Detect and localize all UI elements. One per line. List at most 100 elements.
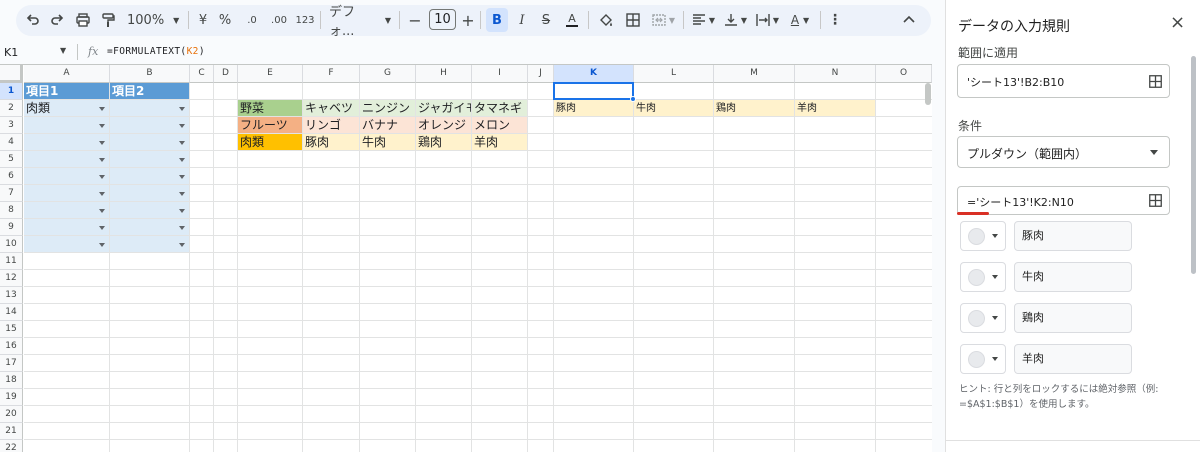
- column-header-n[interactable]: N: [795, 65, 876, 83]
- category-item-cell[interactable]: ジャガイモ: [416, 100, 471, 117]
- column-header-g[interactable]: G: [360, 65, 416, 83]
- row-header-4[interactable]: 4: [0, 134, 23, 151]
- dropdown-arrow-icon[interactable]: [179, 107, 185, 111]
- category-item-cell[interactable]: 羊肉: [472, 134, 527, 151]
- category-item-cell[interactable]: バナナ: [360, 117, 415, 134]
- dropdown-arrow-icon[interactable]: [179, 226, 185, 230]
- undo-icon[interactable]: [24, 8, 42, 32]
- criteria-range-field[interactable]: ='シート13'!K2:N10: [957, 186, 1170, 215]
- panel-scrollbar[interactable]: [1191, 56, 1196, 274]
- column-header-e[interactable]: E: [238, 65, 303, 83]
- cell-a1[interactable]: 項目1: [24, 83, 109, 100]
- dropdown-arrow-icon[interactable]: [99, 243, 105, 247]
- italic-button[interactable]: I: [514, 8, 530, 32]
- decrease-font-size-button[interactable]: −: [408, 8, 422, 32]
- font-family-select[interactable]: デフォ... ▼: [329, 5, 391, 39]
- zoom-select[interactable]: 100% ▼: [127, 8, 183, 32]
- close-icon[interactable]: ×: [1170, 14, 1185, 32]
- dropdown-arrow-icon[interactable]: [179, 175, 185, 179]
- redo-icon[interactable]: [48, 8, 66, 32]
- decrease-decimal-button[interactable]: .0: [243, 8, 261, 32]
- column-header-f[interactable]: F: [303, 65, 360, 83]
- borders-icon[interactable]: [624, 8, 642, 32]
- column-header-o[interactable]: O: [876, 65, 932, 83]
- column-header-a[interactable]: A: [24, 65, 110, 83]
- dropdown-arrow-icon[interactable]: [179, 192, 185, 196]
- row-header-9[interactable]: 9: [0, 219, 23, 236]
- meat-list-cell[interactable]: 牛肉: [634, 100, 713, 117]
- row-header-20[interactable]: 20: [0, 406, 23, 423]
- meat-list-cell[interactable]: 鶏肉: [714, 100, 794, 117]
- sheet-grid[interactable]: A B C D E F G H I J K L M N O 1 2 3 4 5 6 7 8 9 10 11 12 13 14 15 16 17…: [0, 64, 932, 452]
- dropdown-arrow-icon[interactable]: [99, 141, 105, 145]
- more-options-icon[interactable]: ⋮: [828, 8, 842, 32]
- category-item-cell[interactable]: オレンジ: [416, 117, 471, 134]
- percent-button[interactable]: %: [218, 8, 232, 32]
- row-header-1[interactable]: 1: [0, 83, 23, 100]
- row-header-2[interactable]: 2: [0, 100, 23, 117]
- option-color-button[interactable]: [960, 221, 1006, 251]
- column-header-k[interactable]: K: [554, 65, 634, 83]
- cell-a2[interactable]: 肉類: [24, 100, 109, 117]
- name-box[interactable]: K1: [4, 46, 18, 59]
- row-header-6[interactable]: 6: [0, 168, 23, 185]
- row-header-7[interactable]: 7: [0, 185, 23, 202]
- range-field[interactable]: 'シート13'!B2:B10: [957, 64, 1170, 98]
- row-header-15[interactable]: 15: [0, 321, 23, 338]
- dropdown-arrow-icon[interactable]: [179, 141, 185, 145]
- option-color-button[interactable]: [960, 303, 1006, 333]
- category-item-cell[interactable]: リンゴ: [303, 117, 359, 134]
- category-item-cell[interactable]: キャベツ: [303, 100, 359, 117]
- row-header-19[interactable]: 19: [0, 389, 23, 406]
- option-field[interactable]: 鶏肉: [1014, 303, 1132, 333]
- fill-handle[interactable]: [630, 96, 636, 102]
- print-icon[interactable]: [74, 8, 92, 32]
- column-header-h[interactable]: H: [416, 65, 472, 83]
- formula-input[interactable]: =FORMULATEXT(K2): [107, 46, 205, 57]
- increase-font-size-button[interactable]: +: [461, 8, 475, 32]
- option-field[interactable]: 豚肉: [1014, 221, 1132, 251]
- category-item-cell[interactable]: 牛肉: [360, 134, 415, 151]
- column-header-i[interactable]: I: [472, 65, 528, 83]
- text-color-button[interactable]: A: [564, 8, 580, 32]
- dropdown-arrow-icon[interactable]: [99, 192, 105, 196]
- grid-scrollbar[interactable]: [925, 83, 931, 105]
- row-header-18[interactable]: 18: [0, 372, 23, 389]
- dropdown-arrow-icon[interactable]: [99, 209, 105, 213]
- currency-button[interactable]: ¥: [196, 8, 210, 32]
- column-header-c[interactable]: C: [190, 65, 214, 83]
- criteria-select[interactable]: プルダウン（範囲内）: [957, 136, 1170, 168]
- dropdown-arrow-icon[interactable]: [179, 158, 185, 162]
- row-header-3[interactable]: 3: [0, 117, 23, 134]
- text-wrapping-icon[interactable]: ▼: [754, 8, 780, 32]
- category-item-cell[interactable]: メロン: [472, 117, 527, 134]
- column-header-b[interactable]: B: [110, 65, 190, 83]
- option-color-button[interactable]: [960, 344, 1006, 374]
- row-header-22[interactable]: 22: [0, 440, 23, 452]
- row-header-17[interactable]: 17: [0, 355, 23, 372]
- category-label-cell[interactable]: フルーツ: [238, 117, 302, 134]
- text-rotation-icon[interactable]: A ▼: [787, 8, 813, 32]
- row-header-16[interactable]: 16: [0, 338, 23, 355]
- vertical-align-icon[interactable]: ▼: [722, 8, 748, 32]
- column-header-m[interactable]: M: [714, 65, 795, 83]
- dropdown-arrow-icon[interactable]: [179, 209, 185, 213]
- bold-button[interactable]: B: [486, 8, 508, 32]
- merge-cells-icon[interactable]: ▼: [650, 8, 676, 32]
- row-header-10[interactable]: 10: [0, 236, 23, 253]
- dropdown-arrow-icon[interactable]: [99, 158, 105, 162]
- option-color-button[interactable]: [960, 262, 1006, 292]
- row-header-8[interactable]: 8: [0, 202, 23, 219]
- chevron-down-icon[interactable]: ▼: [60, 46, 66, 55]
- row-header-12[interactable]: 12: [0, 270, 23, 287]
- category-item-cell[interactable]: 鶏肉: [416, 134, 471, 151]
- option-field[interactable]: 牛肉: [1014, 262, 1132, 292]
- row-header-13[interactable]: 13: [0, 287, 23, 304]
- category-label-cell[interactable]: 野菜: [238, 100, 302, 117]
- row-header-11[interactable]: 11: [0, 253, 23, 270]
- dropdown-arrow-icon[interactable]: [179, 124, 185, 128]
- column-header-j[interactable]: J: [528, 65, 554, 83]
- select-range-icon[interactable]: [1149, 194, 1162, 207]
- category-item-cell[interactable]: タマネギ: [472, 100, 527, 117]
- column-header-l[interactable]: L: [634, 65, 714, 83]
